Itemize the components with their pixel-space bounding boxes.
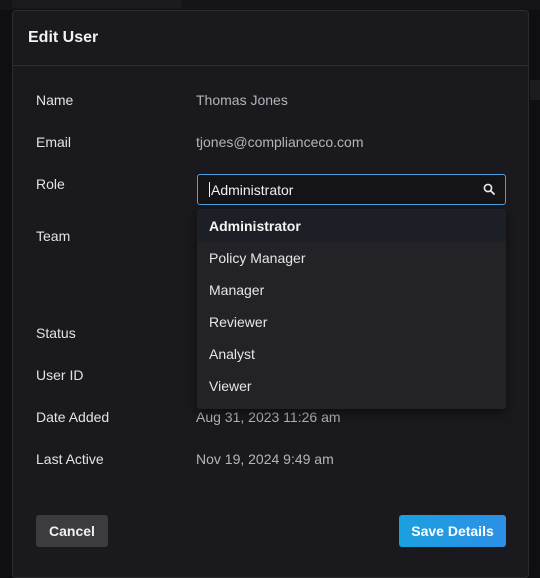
role-option-administrator[interactable]: Administrator	[197, 210, 506, 242]
email-value: tjones@complianceco.com	[196, 134, 364, 150]
background-tabstrip	[0, 0, 540, 10]
search-icon	[483, 183, 495, 195]
last-active-value: Nov 19, 2024 9:49 am	[196, 451, 334, 467]
cancel-button[interactable]: Cancel	[36, 515, 108, 547]
role-option-analyst[interactable]: Analyst	[197, 338, 506, 370]
date-added-label: Date Added	[36, 409, 110, 425]
date-added-value: Aug 31, 2023 11:26 am	[196, 409, 341, 425]
role-option-manager[interactable]: Manager	[197, 274, 506, 306]
text-caret	[209, 182, 210, 197]
email-label: Email	[36, 134, 72, 150]
role-option-policy-manager[interactable]: Policy Manager	[197, 242, 506, 274]
status-label: Status	[36, 325, 76, 341]
name-label: Name	[36, 92, 74, 108]
edit-user-modal: Edit User Name Thomas Jones Email tjones…	[12, 10, 529, 578]
name-value: Thomas Jones	[196, 92, 288, 108]
role-dropdown-menu: Administrator Policy Manager Manager Rev…	[197, 209, 506, 409]
user-id-label: User ID	[36, 367, 84, 383]
background-scrollbar	[530, 80, 540, 100]
last-active-label: Last Active	[36, 451, 104, 467]
modal-header: Edit User	[13, 11, 528, 66]
save-details-button[interactable]: Save Details	[399, 515, 506, 547]
role-input-value[interactable]: Administrator	[211, 182, 293, 198]
role-option-reviewer[interactable]: Reviewer	[197, 306, 506, 338]
role-option-viewer[interactable]: Viewer	[197, 370, 506, 402]
modal-title: Edit User	[28, 29, 99, 46]
team-label: Team	[36, 228, 71, 244]
background-tab	[12, 0, 182, 8]
role-label: Role	[36, 176, 65, 192]
role-search-input[interactable]: Administrator	[197, 174, 506, 205]
